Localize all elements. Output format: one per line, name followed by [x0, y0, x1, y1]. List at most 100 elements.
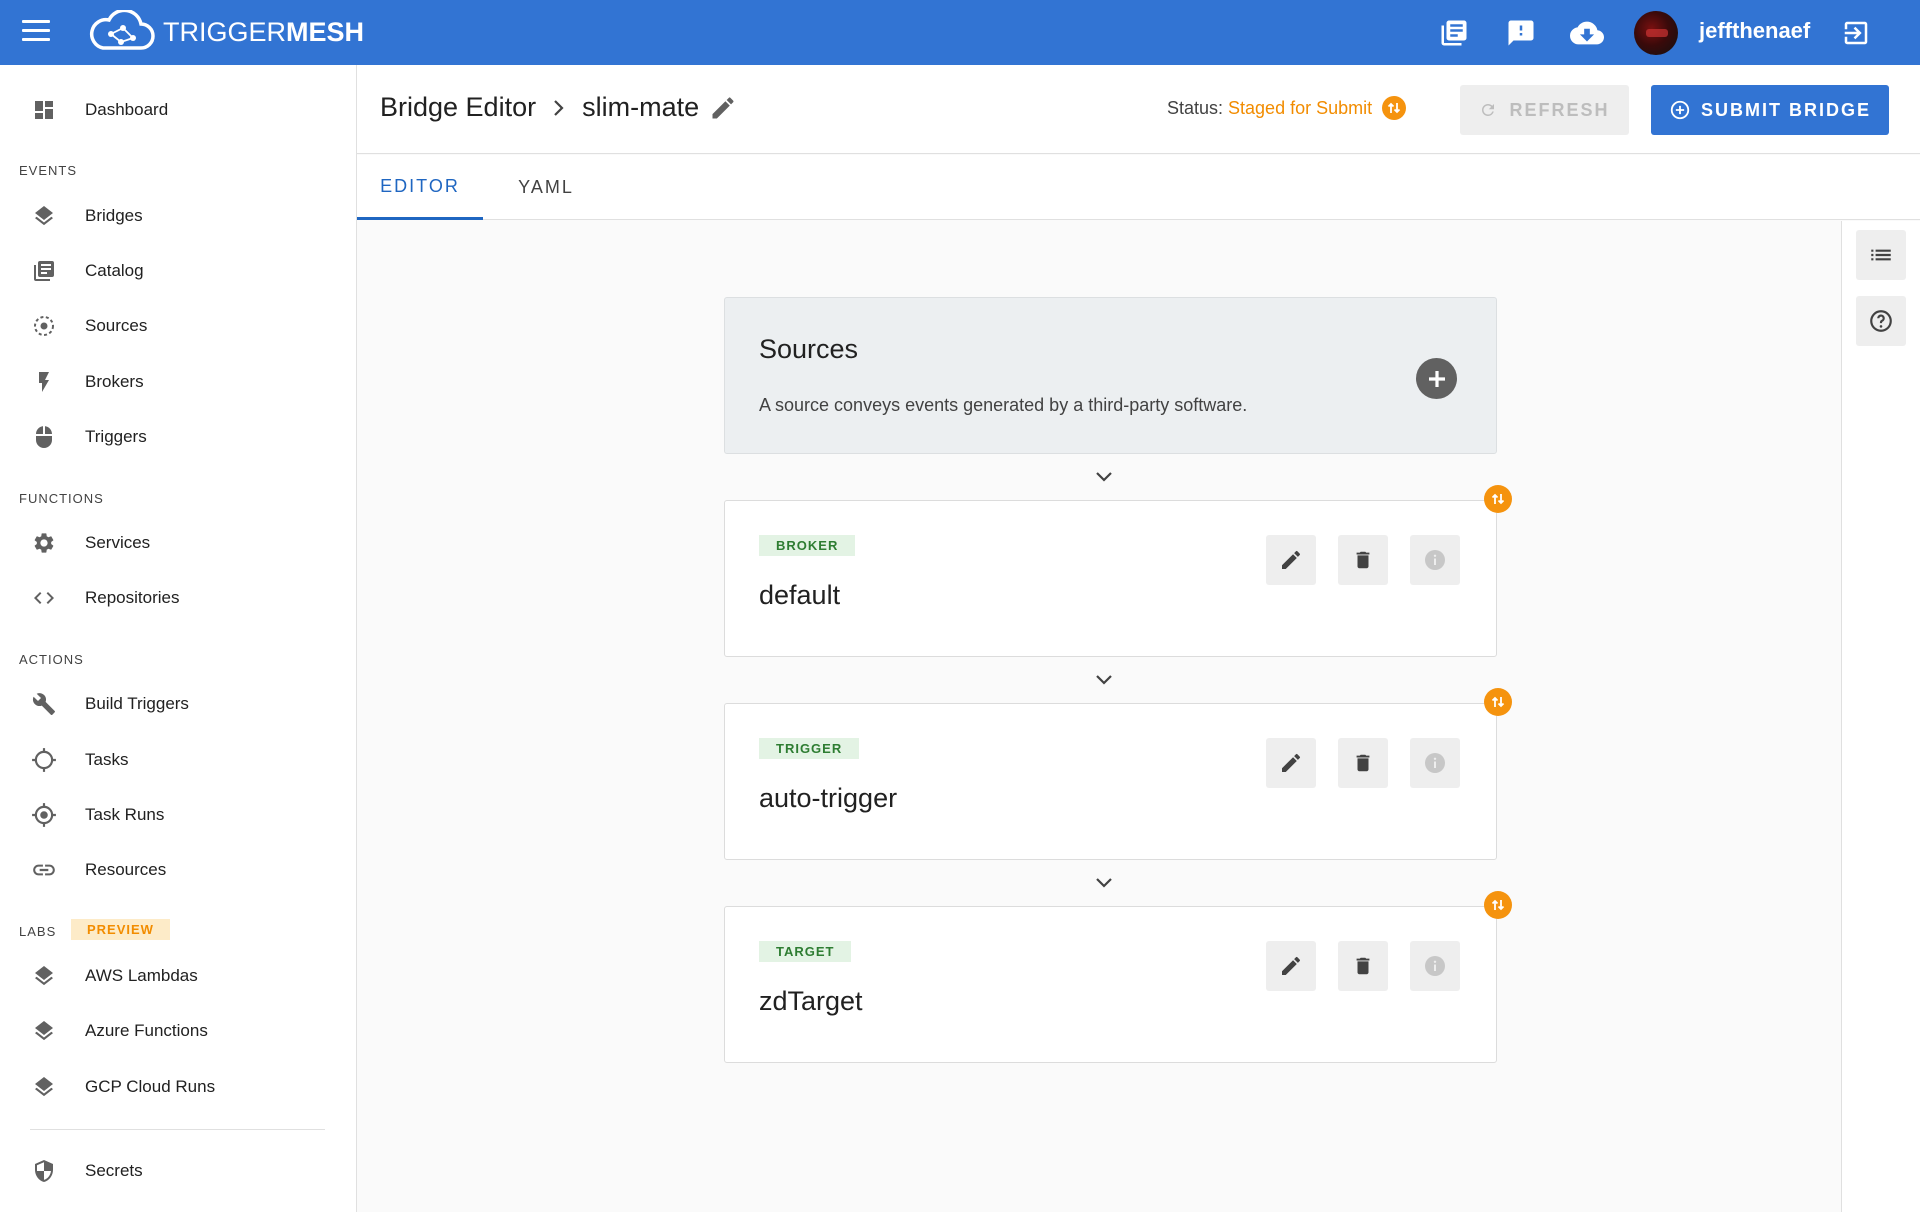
sources-title: Sources	[759, 334, 859, 364]
sidebar-item-bridges[interactable]: Bridges	[0, 191, 356, 241]
sidebar-item-catalog[interactable]: Catalog	[0, 246, 356, 296]
refresh-button[interactable]: REFRESH	[1460, 85, 1629, 135]
list-icon	[1871, 249, 1891, 261]
download-cloud-icon[interactable]	[1570, 16, 1604, 50]
page-header: Bridge Editor slim-mate Status: Staged f…	[357, 65, 1920, 154]
chevron-down-icon	[1093, 672, 1115, 688]
chevron-down-icon	[1093, 875, 1115, 891]
sidebar-item-gcp-cloud-runs[interactable]: GCP Cloud Runs	[0, 1062, 356, 1112]
crosshair-icon	[30, 746, 58, 774]
pencil-icon	[1282, 956, 1301, 975]
section-label-functions: FUNCTIONS	[19, 491, 104, 506]
chevron-down-icon	[1093, 469, 1115, 485]
sidebar-item-azure-functions[interactable]: Azure Functions	[0, 1006, 356, 1056]
pencil-icon	[1282, 550, 1301, 569]
dashboard-icon	[30, 96, 58, 124]
staged-icon	[1484, 485, 1512, 513]
delete-button[interactable]	[1338, 941, 1388, 991]
info-button[interactable]	[1410, 738, 1460, 788]
trash-icon	[1356, 957, 1370, 975]
refresh-icon	[1482, 104, 1495, 116]
component-card-target[interactable]: TARGET zdTarget	[724, 906, 1497, 1063]
info-icon	[1425, 753, 1445, 773]
link-icon	[30, 856, 58, 884]
logo[interactable]: TRIGGERMESH	[85, 10, 364, 54]
gear-icon	[30, 529, 58, 557]
sidebar-item-dashboard[interactable]: Dashboard	[0, 85, 356, 135]
logo-text: TRIGGERMESH	[163, 16, 365, 47]
info-icon	[1425, 956, 1445, 976]
sidebar-divider	[30, 1129, 325, 1130]
help-button[interactable]	[1856, 296, 1906, 346]
component-card-trigger[interactable]: TRIGGER auto-trigger	[724, 703, 1497, 860]
feedback-icon[interactable]	[1504, 16, 1538, 50]
status-value: Staged for Submit	[1228, 97, 1373, 118]
tab-editor[interactable]: EDITOR	[357, 155, 483, 220]
avatar[interactable]	[1634, 11, 1678, 55]
edit-button[interactable]	[1266, 738, 1316, 788]
sidebar-item-task-runs[interactable]: Task Runs	[0, 790, 356, 840]
sidebar-item-build-triggers[interactable]: Build Triggers	[0, 679, 356, 729]
menu-icon[interactable]	[22, 20, 50, 44]
bridge-name: slim-mate	[582, 92, 700, 122]
list-view-button[interactable]	[1856, 230, 1906, 280]
info-button[interactable]	[1410, 535, 1460, 585]
sidebar-item-repositories[interactable]: Repositories	[0, 573, 356, 623]
component-tag: BROKER	[759, 535, 856, 556]
delete-button[interactable]	[1338, 738, 1388, 788]
component-tag: TARGET	[759, 941, 852, 962]
trash-icon	[1356, 551, 1370, 569]
layers-icon	[30, 962, 58, 990]
right-rail	[1841, 221, 1920, 1212]
add-source-button[interactable]	[1416, 358, 1457, 399]
staged-icon	[1382, 96, 1407, 120]
sources-icon	[30, 312, 58, 340]
info-icon	[1425, 550, 1445, 570]
status: Status: Staged for Submit	[1167, 96, 1407, 120]
sidebar-item-services[interactable]: Services	[0, 518, 356, 568]
submit-bridge-button[interactable]: SUBMIT BRIDGE	[1651, 85, 1889, 135]
status-label: Status:	[1167, 97, 1224, 118]
layers-icon	[30, 1017, 58, 1045]
trash-icon	[1356, 754, 1370, 772]
shield-icon	[30, 1157, 58, 1185]
breadcrumb-root[interactable]: Bridge Editor	[380, 92, 536, 123]
component-name: zdTarget	[759, 986, 863, 1016]
sidebar-item-aws-lambdas[interactable]: AWS Lambdas	[0, 951, 356, 1001]
sidebar: Dashboard EVENTS Bridges Catalog Sources…	[0, 65, 357, 1212]
delete-button[interactable]	[1338, 535, 1388, 585]
breadcrumb: Bridge Editor slim-mate	[380, 92, 737, 123]
chevron-right-icon	[552, 96, 566, 120]
section-label-events: EVENTS	[19, 163, 78, 178]
add-circle-icon	[1670, 100, 1690, 120]
sidebar-item-tasks[interactable]: Tasks	[0, 735, 356, 785]
sidebar-item-triggers[interactable]: Triggers	[0, 412, 356, 462]
sources-card: Sources A source conveys events generate…	[724, 297, 1497, 454]
catalog-icon	[30, 257, 58, 285]
sidebar-item-sources[interactable]: Sources	[0, 301, 356, 351]
flash-icon	[30, 368, 58, 396]
component-card-broker[interactable]: BROKER default	[724, 500, 1497, 657]
edit-button[interactable]	[1266, 535, 1316, 585]
component-name: default	[759, 580, 841, 610]
layers-icon	[30, 202, 58, 230]
sources-description: A source conveys events generated by a t…	[759, 395, 1248, 415]
info-button[interactable]	[1410, 941, 1460, 991]
edit-button[interactable]	[1266, 941, 1316, 991]
pencil-icon	[1282, 753, 1301, 772]
sidebar-item-secrets[interactable]: Secrets	[0, 1146, 356, 1196]
section-label-actions: ACTIONS	[19, 652, 84, 667]
wrench-icon	[30, 690, 58, 718]
layers-icon	[30, 1073, 58, 1101]
preview-badge: PREVIEW	[71, 919, 170, 940]
sidebar-item-brokers[interactable]: Brokers	[0, 357, 356, 407]
logout-icon[interactable]	[1839, 16, 1873, 50]
edit-name-icon[interactable]	[709, 94, 737, 122]
docs-icon[interactable]	[1437, 16, 1471, 50]
code-icon	[30, 584, 58, 612]
help-icon	[1870, 310, 1892, 332]
tab-yaml[interactable]: YAML	[483, 155, 609, 220]
sidebar-item-resources[interactable]: Resources	[0, 845, 356, 895]
username[interactable]: jeffthenaef	[1699, 18, 1810, 44]
staged-icon	[1484, 688, 1512, 716]
